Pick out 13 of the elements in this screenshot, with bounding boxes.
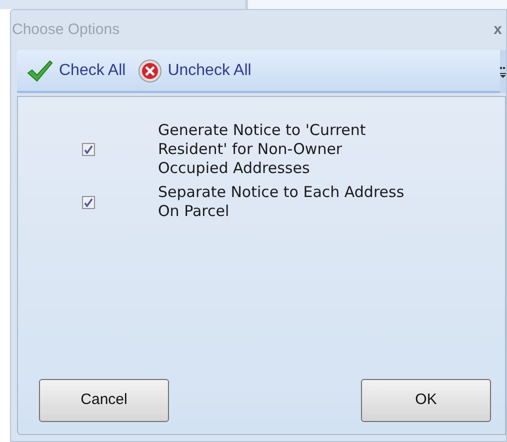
ok-button[interactable]: OK xyxy=(361,379,491,422)
overflow-icon[interactable] xyxy=(500,50,506,93)
window-title: Choose Options xyxy=(12,20,120,40)
checkbox[interactable] xyxy=(82,143,95,156)
cancel-button[interactable]: Cancel xyxy=(39,379,169,422)
option-label: Separate Notice to Each Address On Parcel xyxy=(158,183,406,221)
check-all-button[interactable]: Check All xyxy=(27,58,126,82)
close-button[interactable]: x xyxy=(490,18,506,42)
checkbox[interactable] xyxy=(82,196,95,208)
option-label: Generate Notice to 'Current Resident' for Non-Owner Occupied Addresses xyxy=(158,121,367,178)
checkmark-icon xyxy=(27,60,53,82)
uncheck-all-button[interactable]: Uncheck All xyxy=(138,58,252,82)
close-circle-icon xyxy=(138,58,162,82)
